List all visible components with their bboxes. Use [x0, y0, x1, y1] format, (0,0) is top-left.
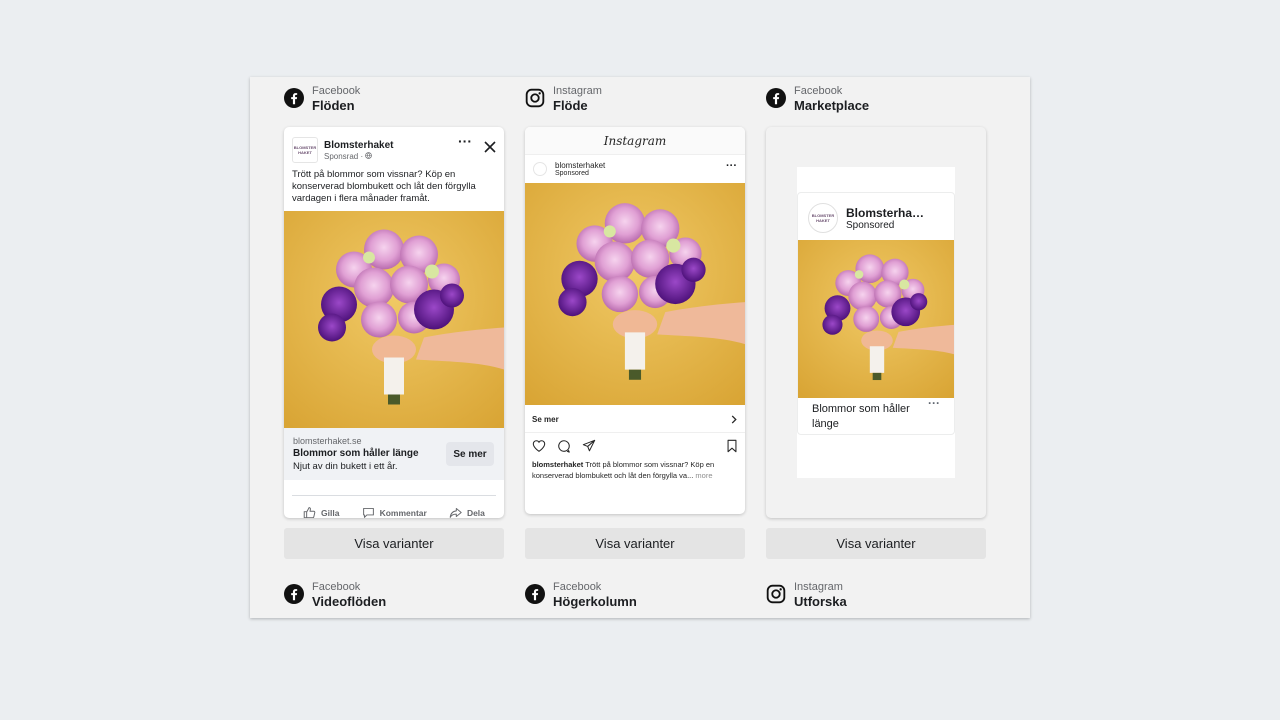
link-preview[interactable]: blomsterhaket.se Blommor som håller läng…	[284, 428, 504, 480]
placement-platform: Facebook	[312, 581, 361, 593]
placement-platform: Instagram	[553, 85, 602, 97]
link-description: Njut av din bukett i ett år.	[293, 461, 398, 472]
fb-marketplace-preview[interactable]: BLOMSTER HAKET Blomsterhaket Sponsored Bl…	[766, 127, 986, 518]
placement-name: Flöden	[312, 98, 355, 113]
placement-header-ig-explore: Instagram Utforska	[766, 581, 847, 610]
sponsored-label: Sponsored	[846, 219, 895, 231]
comment-icon	[362, 507, 374, 518]
link-domain: blomsterhaket.se	[293, 436, 362, 446]
placement-platform: Instagram	[794, 581, 843, 593]
ig-post-header: blomsterhaket Sponsored	[533, 161, 605, 177]
page-logo: BLOMSTER HAKET	[292, 137, 318, 163]
caption-more-link[interactable]: more	[693, 471, 712, 480]
ig-caption: blomsterhaket Trött på blommor som vissn…	[532, 459, 740, 481]
ad-image[interactable]	[284, 211, 504, 428]
page-name[interactable]: Blomsterhaket	[846, 206, 928, 220]
placement-header-fb-marketplace: Facebook Marketplace	[766, 85, 869, 114]
placement-header-ig-feed: Instagram Flöde	[525, 85, 602, 114]
show-variants-button[interactable]: Visa varianter	[766, 528, 986, 559]
send-icon[interactable]	[582, 439, 596, 453]
like-action[interactable]: Gilla	[303, 506, 339, 518]
ig-feed-preview[interactable]: Instagram blomsterhaket Sponsored ··· Se…	[525, 127, 745, 514]
cta-label: Se mer	[532, 415, 559, 424]
post-actions: Gilla Kommentar Dela	[292, 495, 496, 518]
placement-header-fb-right-column: Facebook Högerkolumn	[525, 581, 637, 610]
placement-header-fb-feed: Facebook Flöden	[284, 85, 360, 114]
caption-account[interactable]: blomsterhaket	[532, 460, 583, 469]
account-name[interactable]: blomsterhaket	[555, 161, 605, 170]
globe-icon	[365, 151, 373, 159]
fb-feed-preview[interactable]: BLOMSTER HAKET Blomsterhaket Sponsrad · …	[284, 127, 504, 518]
marketplace-item-header: BLOMSTER HAKET Blomsterhaket Sponsored	[808, 203, 928, 233]
ig-top-bar: Instagram	[525, 127, 745, 155]
ad-image[interactable]	[798, 240, 955, 398]
chevron-right-icon	[731, 415, 737, 424]
avatar[interactable]	[533, 162, 547, 176]
sponsored-label: Sponsrad ·	[324, 152, 393, 161]
bookmark-icon[interactable]	[725, 439, 739, 453]
ad-image[interactable]	[525, 183, 745, 405]
marketplace-frame: BLOMSTER HAKET Blomsterhaket Sponsored Bl…	[797, 167, 955, 478]
instagram-wordmark: Instagram	[603, 133, 667, 148]
show-variants-button[interactable]: Visa varianter	[525, 528, 745, 559]
page-name[interactable]: Blomsterhaket	[324, 140, 393, 151]
ig-action-icons	[532, 439, 738, 455]
placement-name: Marketplace	[794, 98, 870, 113]
comment-icon[interactable]	[557, 439, 571, 453]
cta-row[interactable]: Se mer	[525, 405, 745, 433]
avatar: BLOMSTER HAKET	[808, 203, 838, 233]
facebook-icon	[284, 584, 304, 604]
share-icon	[449, 507, 462, 518]
link-headline: Blommor som håller länge	[293, 448, 419, 459]
cta-button[interactable]: Se mer	[446, 442, 494, 466]
primary-text: Trött på blommor som vissnar? Köp en kon…	[292, 169, 476, 204]
like-icon	[303, 507, 316, 518]
facebook-icon	[284, 88, 304, 108]
close-icon[interactable]	[484, 141, 496, 153]
more-options-icon[interactable]: ···	[928, 396, 940, 410]
sponsored-label: Sponsored	[555, 170, 589, 177]
facebook-icon	[525, 584, 545, 604]
ad-placements-panel: Facebook Flöden Instagram Flöde Facebook…	[250, 77, 1030, 618]
placement-name: Videoflöden	[312, 594, 387, 609]
placement-name: Högerkolumn	[553, 594, 637, 609]
comment-action[interactable]: Kommentar	[362, 506, 427, 518]
more-options-icon[interactable]: ···	[726, 160, 737, 172]
instagram-icon	[525, 88, 545, 108]
placement-platform: Facebook	[312, 85, 361, 97]
share-action[interactable]: Dela	[449, 506, 485, 518]
heart-icon[interactable]	[532, 439, 546, 453]
placement-name: Utforska	[794, 594, 847, 609]
marketplace-title: Blommor som håller länge	[812, 403, 910, 430]
more-options-icon[interactable]: ···	[458, 133, 472, 149]
placement-platform: Facebook	[553, 581, 602, 593]
show-variants-button[interactable]: Visa varianter	[284, 528, 504, 559]
placement-name: Flöde	[553, 98, 588, 113]
facebook-icon	[766, 88, 786, 108]
placement-header-fb-video-feeds: Facebook Videoflöden	[284, 581, 386, 610]
marketplace-item[interactable]: BLOMSTER HAKET Blomsterhaket Sponsored Bl…	[797, 192, 955, 435]
fb-post-header: BLOMSTER HAKET Blomsterhaket Sponsrad ·	[292, 137, 393, 163]
placement-platform: Facebook	[794, 85, 843, 97]
instagram-icon	[766, 584, 786, 604]
